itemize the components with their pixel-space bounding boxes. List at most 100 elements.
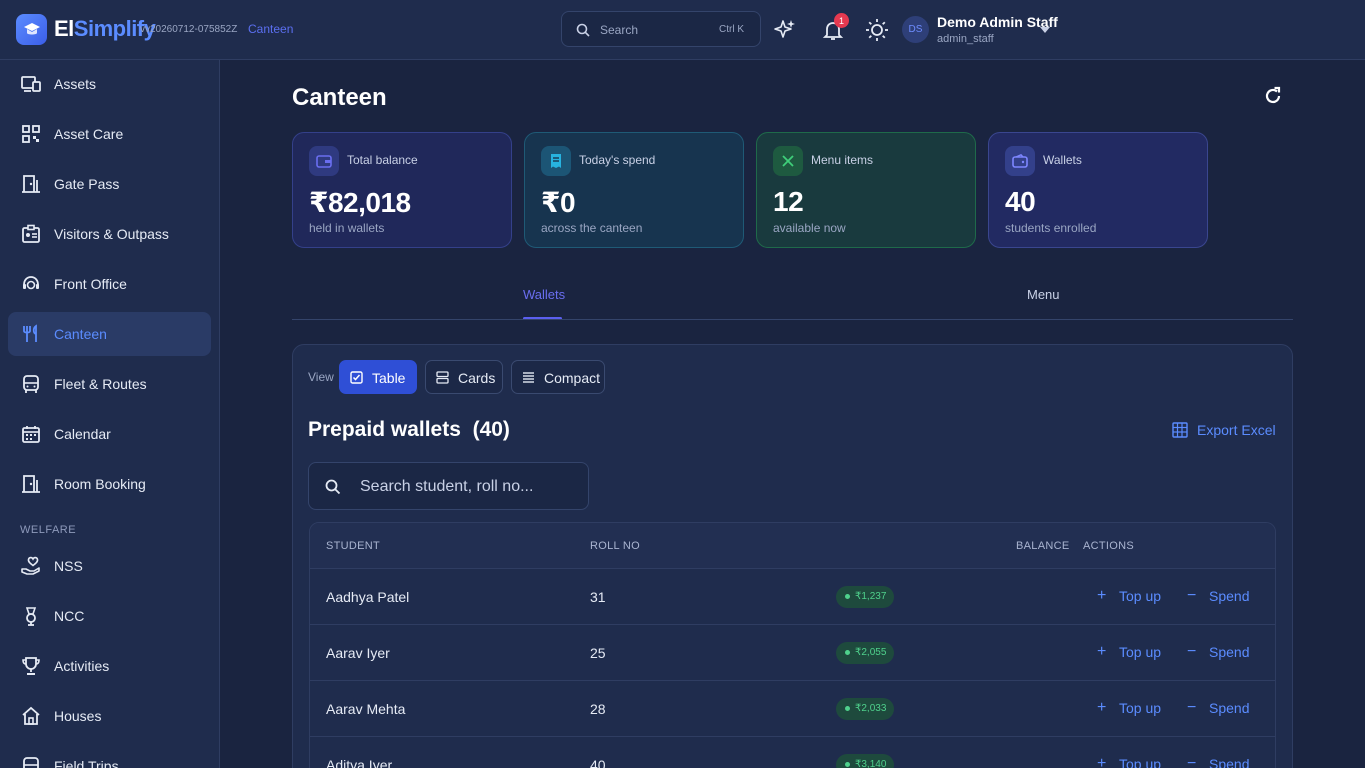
assets-icon	[21, 76, 41, 92]
home-icon	[22, 706, 40, 725]
list-icon	[523, 372, 534, 383]
wallet-icon	[1005, 146, 1035, 176]
sidebar-item-calendar[interactable]: Calendar	[8, 412, 211, 456]
user-username: admin_staff	[937, 33, 994, 45]
wallets-table: STUDENT ROLL NO BALANCE ACTIONS Aadhya P…	[309, 522, 1276, 768]
app-version: vv20260712-075852Z	[140, 24, 238, 35]
sidebar-item-nss[interactable]: NSS	[8, 544, 211, 588]
support-agent-icon	[23, 276, 39, 290]
sidebar-item-label: Visitors & Outpass	[54, 226, 169, 242]
sidebar-item-label: Houses	[54, 708, 102, 724]
student-name: Aarav Mehta	[326, 701, 406, 717]
checkbox-icon	[350, 371, 363, 384]
stat-value: 40	[1005, 186, 1036, 217]
grid-icon	[1172, 422, 1188, 438]
balance-badge: ₹2,033	[836, 698, 894, 720]
section-count: (40)	[472, 418, 510, 441]
stat-value: 12	[773, 186, 804, 217]
badge-icon	[22, 224, 40, 243]
view-table-button[interactable]: Table	[339, 360, 417, 394]
column-header-balance[interactable]: BALANCE	[1016, 540, 1069, 552]
stat-sub: held in wallets	[309, 221, 385, 235]
sparkle-icon[interactable]	[773, 18, 797, 42]
search-shortcut: Ctrl K	[719, 24, 744, 35]
sidebar-item-label: Assets	[54, 76, 97, 92]
sidebar-item-fleet-routes[interactable]: Fleet & Routes	[8, 362, 211, 406]
sidebar-item-gate-pass[interactable]: Gate Pass	[8, 162, 211, 206]
stat-value: ₹0	[541, 187, 576, 218]
sidebar-item-label: Room Booking	[54, 476, 146, 492]
sidebar-item-label: Front Office	[54, 276, 127, 292]
bus-icon	[23, 757, 39, 768]
export-label: Export Excel	[1197, 422, 1276, 438]
sidebar-item-houses[interactable]: Houses	[8, 694, 211, 738]
global-search[interactable]: Search Ctrl K	[561, 11, 761, 47]
student-name: Aadhya Patel	[326, 589, 410, 605]
stat-card-menu-items: Menu items 12 available now	[756, 132, 976, 248]
tab-wallets[interactable]: Wallets	[523, 287, 565, 302]
sidebar-item-front-office[interactable]: Front Office	[8, 262, 211, 306]
sun-icon[interactable]	[865, 18, 889, 42]
sidebar-item-assets[interactable]: Assets	[8, 62, 211, 106]
stat-value: ₹82,018	[309, 187, 411, 218]
sidebar-item-label: Fleet & Routes	[54, 376, 147, 392]
wallet-icon	[309, 146, 339, 176]
qr-icon	[22, 125, 40, 143]
table-row: Aarav Mehta 28 ₹2,033 + Top up − Spend	[310, 681, 1275, 737]
search-placeholder: Search	[600, 23, 639, 37]
section-title: Prepaid wallets (40)	[308, 418, 510, 441]
stat-sub: students enrolled	[1005, 221, 1097, 235]
student-name: Aditya Iyer	[326, 757, 393, 768]
stat-label: Total balance	[347, 153, 418, 167]
sidebar-item-room-booking[interactable]: Room Booking	[8, 462, 211, 506]
balance-badge: ₹1,237	[836, 586, 894, 608]
search-icon	[325, 479, 341, 495]
top-bar: ElSimplify vv20260712-075852Z Canteen Se…	[0, 0, 1365, 60]
student-search-input[interactable]: Search student, roll no...	[308, 462, 589, 510]
sidebar-item-activities[interactable]: Activities	[8, 644, 211, 688]
sidebar-item-ncc[interactable]: NCC	[8, 594, 211, 638]
minus-icon: −	[1187, 643, 1197, 660]
plus-icon: +	[1097, 643, 1107, 660]
minus-icon: −	[1187, 755, 1197, 768]
refresh-icon[interactable]	[1262, 85, 1284, 107]
table-header: STUDENT ROLL NO BALANCE ACTIONS	[310, 523, 1275, 569]
sidebar-item-visitors-outpass[interactable]: Visitors & Outpass	[8, 212, 211, 256]
view-cards-button[interactable]: Cards	[425, 360, 503, 394]
breadcrumb[interactable]: Canteen	[248, 22, 293, 36]
view-compact-button[interactable]: Compact	[511, 360, 605, 394]
column-header-roll-no[interactable]: ROLL NO	[590, 540, 640, 552]
view-table-label: Table	[372, 370, 406, 386]
page-title: Canteen	[292, 84, 387, 111]
roll-no: 28	[590, 701, 606, 717]
column-header-student[interactable]: STUDENT	[326, 540, 380, 552]
sidebar-item-label: Canteen	[54, 326, 107, 342]
sidebar-item-canteen[interactable]: Canteen	[8, 312, 211, 356]
minus-icon: −	[1187, 587, 1197, 604]
roll-no: 31	[590, 589, 606, 605]
student-name: Aarav Iyer	[326, 645, 390, 661]
calendar-icon	[22, 426, 40, 443]
tab-menu[interactable]: Menu	[1027, 287, 1060, 302]
sidebar-item-label: NSS	[54, 558, 83, 574]
chevron-down-icon[interactable]	[1040, 27, 1050, 33]
sidebar-section-welfare: WELFARE	[20, 524, 77, 536]
avatar[interactable]: DS	[902, 16, 929, 43]
sidebar-item-field-trips[interactable]: Field Trips	[8, 744, 211, 768]
view-cards-label: Cards	[458, 370, 496, 386]
sidebar-item-label: Calendar	[54, 426, 111, 442]
fork-knife-icon	[23, 324, 37, 342]
door-icon	[22, 475, 40, 493]
balance-badge: ₹3,140	[836, 754, 894, 768]
stat-card-wallets: Wallets 40 students enrolled	[988, 132, 1208, 248]
view-compact-label: Compact	[544, 370, 601, 386]
bus-icon	[23, 375, 39, 393]
stat-label: Today's spend	[579, 153, 656, 167]
logo-icon[interactable]	[16, 14, 47, 45]
trophy-icon	[22, 657, 40, 675]
stat-label: Wallets	[1043, 153, 1082, 167]
roll-no: 40	[590, 757, 606, 768]
stat-sub: available now	[773, 221, 846, 235]
sidebar-item-asset-care[interactable]: Asset Care	[8, 112, 211, 156]
column-header-actions: ACTIONS	[1083, 540, 1134, 552]
